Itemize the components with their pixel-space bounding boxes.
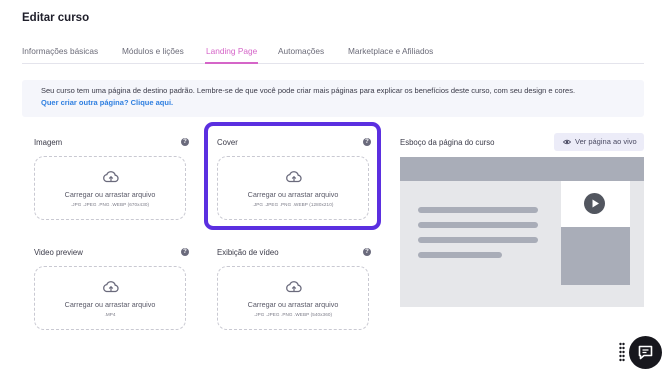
help-icon[interactable]: ? [363,248,371,256]
help-icon[interactable]: ? [181,138,189,146]
accepted-formats: .JPG .JPEG .PNG .WEBP (540x360) [253,312,333,317]
video-preview-label: Video preview [34,248,83,257]
active-tab-indicator [205,62,258,64]
info-text: Seu curso tem uma página de destino padr… [41,86,576,95]
imagem-dropzone[interactable]: Carregar ou arrastar arquivo .JPG .JPEG … [34,156,186,220]
play-icon [584,193,605,214]
tab-automacoes[interactable]: Automações [278,46,324,56]
mockup-text-line [418,237,538,243]
preview-title: Esboço da página do curso [400,138,495,147]
mockup-header [400,157,644,181]
page-title: Editar curso [22,12,90,24]
tab-landing-page[interactable]: Landing Page [206,46,257,56]
accepted-formats: .MP4 [104,312,116,317]
view-live-page-label: Ver página ao vivo [575,137,637,146]
tab-bar: Informações básicas Módulos e lições Lan… [22,45,644,64]
cover-highlight-frame [204,122,381,230]
mockup-text-line [418,252,502,258]
exibicao-video-dropzone[interactable]: Carregar ou arrastar arquivo .JPG .JPEG … [217,266,369,330]
chat-button[interactable] [629,336,662,369]
mockup-text-line [418,207,538,213]
cloud-upload-icon [286,281,302,293]
eye-icon [563,139,571,145]
info-banner: Seu curso tem uma página de destino padr… [22,80,644,117]
tab-modulos-e-licoes[interactable]: Módulos e lições [122,46,184,56]
cloud-upload-icon [103,281,119,293]
tab-informacoes-basicas[interactable]: Informações básicas [22,46,98,56]
create-page-link[interactable]: Quer criar outra página? Clique aqui. [41,98,173,107]
mockup-video [561,181,630,227]
view-live-page-button[interactable]: Ver página ao vivo [554,133,644,151]
accepted-formats: .JPG .JPEG .PNG .WEBP (670x430) [70,202,150,207]
help-icon[interactable]: ? [181,248,189,256]
upload-cta: Carregar ou arrastar arquivo [247,300,339,309]
tab-marketplace-afiliados[interactable]: Marketplace e Afiliados [348,46,433,56]
course-page-mockup [400,157,644,307]
drag-grip-icon[interactable] [619,342,625,362]
imagem-label: Imagem [34,138,63,147]
cloud-upload-icon [103,171,119,183]
upload-cta: Carregar ou arrastar arquivo [64,300,156,309]
exibicao-video-label: Exibição de vídeo [217,248,279,257]
upload-cta: Carregar ou arrastar arquivo [64,190,156,199]
video-preview-dropzone[interactable]: Carregar ou arrastar arquivo .MP4 [34,266,186,330]
mockup-text-line [418,222,538,228]
chat-icon [638,345,653,360]
